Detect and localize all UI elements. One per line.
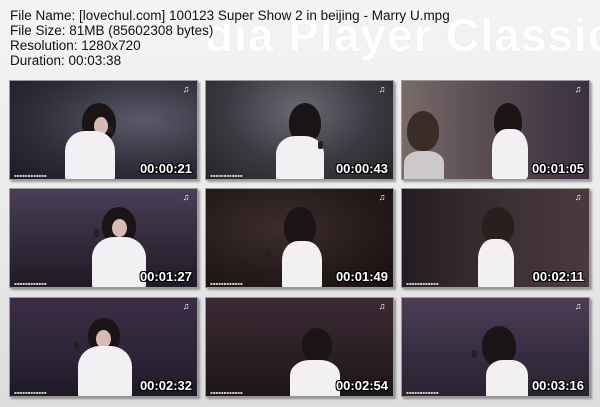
channel-logo-icon: ♫ xyxy=(574,192,582,202)
file-size: File Size: 81MB (85602308 bytes) xyxy=(10,23,214,38)
thumbnail-1[interactable]: ♫ ▪▪▪▪▪▪▪▪▪▪▪▪ 00:00:21 xyxy=(9,80,198,180)
timestamp: 00:00:43 xyxy=(335,161,388,176)
file-info: File Name: [lovechul.com] 100123 Super S… xyxy=(10,8,450,68)
timestamp: 00:03:16 xyxy=(531,378,584,393)
performer-hair xyxy=(302,328,332,362)
thumbnail-4[interactable]: ♫ ▪▪▪▪▪▪▪▪▪▪▪▪ 00:01:27 xyxy=(9,188,198,288)
performer-shirt xyxy=(78,346,132,396)
microphone-icon xyxy=(266,249,271,257)
performer-shirt xyxy=(290,360,340,396)
credit-strip: ▪▪▪▪▪▪▪▪▪▪▪▪ xyxy=(406,390,439,395)
channel-logo-icon: ♫ xyxy=(182,192,190,202)
performer-shirt xyxy=(478,239,514,287)
thumbnail-7[interactable]: ♫ ▪▪▪▪▪▪▪▪▪▪▪▪ 00:02:32 xyxy=(9,297,198,397)
microphone-icon xyxy=(318,141,323,149)
resolution: Resolution: 1280x720 xyxy=(10,38,141,53)
credit-strip: ▪▪▪▪▪▪▪▪▪▪▪▪ xyxy=(14,390,47,395)
file-name: File Name: [lovechul.com] 100123 Super S… xyxy=(10,8,450,23)
microphone-icon xyxy=(94,229,99,237)
credit-strip: ▪▪▪▪▪▪▪▪▪▪▪▪ xyxy=(406,281,439,286)
microphone-icon xyxy=(472,350,477,358)
thumbnail-8[interactable]: ♫ ▪▪▪▪▪▪▪▪▪▪▪▪ 00:02:54 xyxy=(205,297,394,397)
timestamp: 00:02:11 xyxy=(532,269,584,284)
thumbnail-2[interactable]: ♫ ▪▪▪▪▪▪▪▪▪▪▪▪ 00:00:43 xyxy=(205,80,394,180)
crowd-head xyxy=(407,111,439,151)
timestamp: 00:02:32 xyxy=(139,378,192,393)
channel-logo-icon: ♫ xyxy=(378,84,386,94)
performer-shirt xyxy=(282,241,322,287)
performer-shirt xyxy=(486,360,528,396)
performer-shirt xyxy=(492,129,528,179)
channel-logo-icon: ♫ xyxy=(574,301,582,311)
credit-strip: ▪▪▪▪▪▪▪▪▪▪▪▪ xyxy=(210,390,243,395)
microphone-icon xyxy=(334,352,339,360)
credit-strip: ▪▪▪▪▪▪▪▪▪▪▪▪ xyxy=(210,281,243,286)
timestamp: 00:00:21 xyxy=(139,161,192,176)
channel-logo-icon: ♫ xyxy=(378,192,386,202)
thumbnail-5[interactable]: ♫ ▪▪▪▪▪▪▪▪▪▪▪▪ 00:01:49 xyxy=(205,188,394,288)
channel-logo-icon: ♫ xyxy=(574,84,582,94)
timestamp: 00:02:54 xyxy=(335,378,388,393)
performer-shirt xyxy=(92,237,146,287)
thumbnail-6[interactable]: ♫ ▪▪▪▪▪▪▪▪▪▪▪▪ 00:02:11 xyxy=(401,188,590,288)
channel-logo-icon: ♫ xyxy=(182,301,190,311)
timestamp: 00:01:05 xyxy=(531,161,584,176)
credit-strip: ▪▪▪▪▪▪▪▪▪▪▪▪ xyxy=(14,281,47,286)
timestamp: 00:01:27 xyxy=(139,269,192,284)
microphone-icon xyxy=(108,126,113,134)
performer-face xyxy=(112,219,127,237)
credit-strip: ▪▪▪▪▪▪▪▪▪▪▪▪ xyxy=(14,173,47,178)
thumbnail-3[interactable]: ♫ ▪▪▪▪▪▪▪▪▪▪▪▪ 00:01:05 xyxy=(401,80,590,180)
channel-logo-icon: ♫ xyxy=(378,301,386,311)
timestamp: 00:01:49 xyxy=(335,269,388,284)
duration: Duration: 00:03:38 xyxy=(10,53,122,68)
credit-strip: ▪▪▪▪▪▪▪▪▪▪▪▪ xyxy=(406,173,439,178)
microphone-icon xyxy=(74,342,79,350)
credit-strip: ▪▪▪▪▪▪▪▪▪▪▪▪ xyxy=(210,173,243,178)
performer-shirt xyxy=(65,131,115,179)
channel-logo-icon: ♫ xyxy=(182,84,190,94)
thumbnail-9[interactable]: ♫ ▪▪▪▪▪▪▪▪▪▪▪▪ 00:03:16 xyxy=(401,297,590,397)
performer-shirt xyxy=(276,136,324,179)
